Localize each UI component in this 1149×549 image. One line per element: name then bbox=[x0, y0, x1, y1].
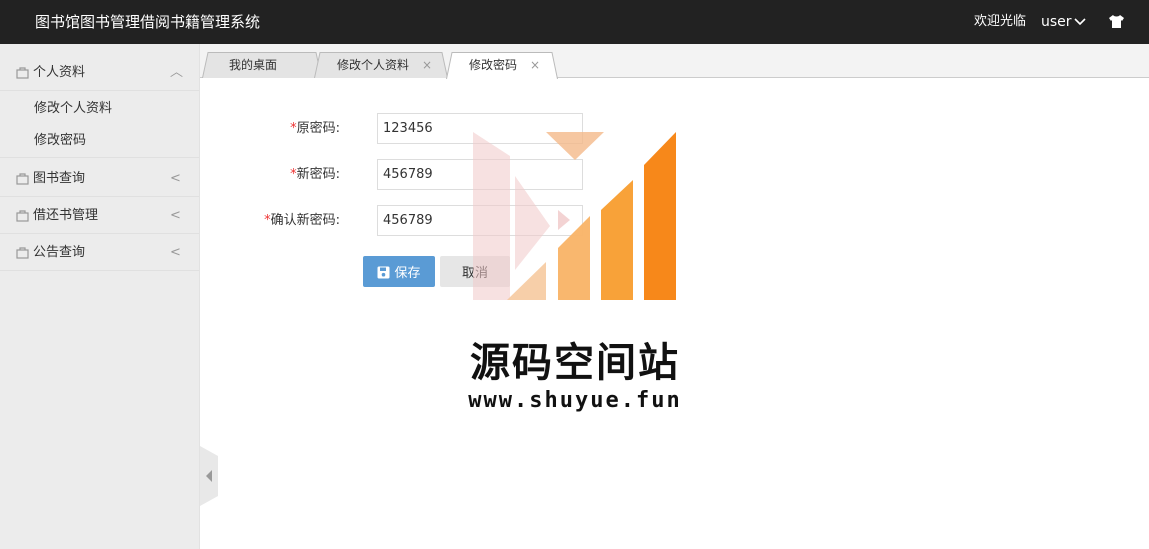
top-header: 图书馆图书管理借阅书籍管理系统 欢迎光临 user bbox=[0, 0, 1149, 44]
watermark-logo bbox=[473, 132, 676, 300]
tab-label: 修改个人资料 bbox=[337, 58, 410, 72]
tshirt-icon[interactable] bbox=[1108, 14, 1125, 29]
tab-label: 我的桌面 bbox=[229, 58, 278, 72]
user-menu[interactable]: user bbox=[1041, 0, 1072, 44]
sidebar-item-profile[interactable]: 个人资料 ︿ bbox=[0, 54, 199, 91]
sidebar-item-label: 图书查询 bbox=[33, 171, 86, 186]
sidebar-item-book-search[interactable]: 图书查询 < bbox=[0, 160, 199, 197]
welcome-text: 欢迎光临 bbox=[974, 14, 1027, 29]
sidebar-subitem-edit-profile[interactable]: 修改个人资料 bbox=[34, 99, 112, 119]
sidebar-submenu: 修改个人资料 修改密码 bbox=[0, 91, 199, 158]
tab-bar: 我的桌面 修改个人资料 × 修改密码 × bbox=[200, 44, 1149, 79]
sidebar: 个人资料 ︿ 修改个人资料 修改密码 图书查询 < 借还书管理 < 公告查询 < bbox=[0, 44, 200, 549]
collapse-handle[interactable] bbox=[200, 446, 218, 506]
floppy-disk-icon bbox=[377, 266, 390, 279]
tab-change-password[interactable]: 修改密码 × bbox=[446, 52, 558, 79]
save-button[interactable]: 保存 bbox=[363, 256, 435, 287]
new-password-label: *新密码: bbox=[290, 167, 340, 182]
watermark-url: www.shuyue.fun bbox=[468, 388, 682, 413]
old-password-label: *原密码: bbox=[290, 121, 340, 136]
sidebar-item-label: 公告查询 bbox=[33, 245, 86, 260]
chevron-left-icon: < bbox=[170, 171, 181, 186]
bag-icon bbox=[16, 173, 29, 185]
close-icon[interactable]: × bbox=[422, 52, 432, 78]
confirm-password-label: *确认新密码: bbox=[264, 213, 340, 228]
tab-desktop[interactable]: 我的桌面 bbox=[202, 52, 322, 78]
sidebar-item-announcements[interactable]: 公告查询 < bbox=[0, 234, 199, 271]
sidebar-item-label: 借还书管理 bbox=[33, 208, 99, 223]
sidebar-item-borrow-return[interactable]: 借还书管理 < bbox=[0, 197, 199, 234]
app-title: 图书馆图书管理借阅书籍管理系统 bbox=[35, 13, 261, 31]
chevron-left-icon: < bbox=[170, 245, 181, 260]
sidebar-subitem-change-password[interactable]: 修改密码 bbox=[34, 131, 86, 151]
chevron-down-icon[interactable] bbox=[1074, 17, 1086, 27]
close-icon[interactable]: × bbox=[530, 52, 540, 78]
bag-icon bbox=[16, 247, 29, 259]
tab-edit-profile[interactable]: 修改个人资料 × bbox=[314, 52, 448, 78]
bag-icon bbox=[16, 67, 29, 79]
chevron-up-icon: ︿ bbox=[170, 65, 184, 80]
save-button-label: 保存 bbox=[394, 266, 421, 281]
tab-label: 修改密码 bbox=[469, 58, 518, 72]
watermark-name: 源码空间站 bbox=[470, 340, 680, 386]
sidebar-item-label: 个人资料 bbox=[33, 65, 86, 80]
bag-icon bbox=[16, 210, 29, 222]
chevron-left-icon: < bbox=[170, 208, 181, 223]
